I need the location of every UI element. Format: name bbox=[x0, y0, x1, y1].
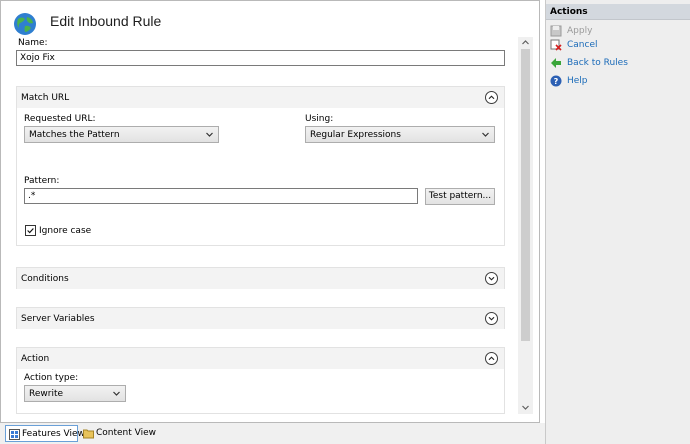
pattern-label: Pattern: bbox=[24, 176, 60, 186]
action-type-select[interactable]: Rewrite bbox=[24, 385, 126, 402]
tab-features-view[interactable]: Features View bbox=[5, 425, 85, 442]
globe-icon bbox=[14, 13, 36, 35]
content-view-label: Content View bbox=[96, 428, 157, 438]
requested-url-value: Matches the Pattern bbox=[29, 130, 120, 140]
action-type-label: Action type: bbox=[24, 373, 79, 383]
using-label: Using: bbox=[305, 114, 334, 124]
chevron-down-icon bbox=[482, 132, 489, 137]
cancel-label: Cancel bbox=[567, 40, 598, 50]
page-title: Edit Inbound Rule bbox=[50, 13, 162, 29]
chevron-down-icon bbox=[113, 391, 120, 396]
content-view-icon bbox=[83, 429, 94, 439]
cancel-icon bbox=[550, 39, 562, 51]
chevron-down-icon[interactable] bbox=[485, 272, 498, 285]
apply-label: Apply bbox=[567, 26, 593, 36]
tab-content-view[interactable]: Content View bbox=[80, 425, 156, 442]
chevron-up-icon[interactable] bbox=[485, 352, 498, 365]
back-arrow-icon bbox=[551, 58, 561, 68]
action-title: Action bbox=[21, 354, 50, 364]
help-icon: ? bbox=[550, 75, 562, 87]
conditions-section: Conditions bbox=[16, 267, 505, 289]
server-variables-title: Server Variables bbox=[21, 314, 95, 324]
chevron-down-icon bbox=[206, 132, 213, 137]
using-select[interactable]: Regular Expressions bbox=[305, 126, 495, 143]
using-value: Regular Expressions bbox=[310, 130, 401, 140]
name-input[interactable]: Xojo Fix bbox=[16, 50, 505, 66]
help-label: Help bbox=[567, 76, 588, 86]
scroll-thumb[interactable] bbox=[521, 49, 530, 341]
requested-url-label: Requested URL: bbox=[24, 114, 96, 124]
server-variables-header[interactable]: Server Variables bbox=[17, 308, 504, 329]
vertical-scrollbar[interactable] bbox=[518, 37, 533, 414]
chevron-up-icon[interactable] bbox=[485, 91, 498, 104]
features-view-label: Features View bbox=[22, 429, 85, 439]
conditions-title: Conditions bbox=[21, 274, 69, 284]
chevron-down-icon[interactable] bbox=[485, 312, 498, 325]
scroll-down-icon[interactable] bbox=[521, 403, 530, 412]
action-section: Action Action type: Rewrite bbox=[16, 347, 505, 414]
test-pattern-button[interactable]: Test pattern... bbox=[425, 188, 495, 205]
conditions-header[interactable]: Conditions bbox=[17, 268, 504, 289]
match-url-title: Match URL bbox=[21, 93, 70, 103]
ignore-case-checkbox[interactable] bbox=[25, 225, 36, 236]
server-variables-section: Server Variables bbox=[16, 307, 505, 329]
actions-panel: Actions Apply Cancel Back to Rules ? Hel… bbox=[545, 0, 690, 444]
scroll-up-icon[interactable] bbox=[521, 38, 530, 47]
requested-url-select[interactable]: Matches the Pattern bbox=[24, 126, 219, 143]
pattern-input[interactable]: .* bbox=[24, 188, 418, 204]
match-url-header[interactable]: Match URL bbox=[17, 87, 504, 108]
view-tab-bar: Features View Content View bbox=[0, 423, 545, 444]
features-view-icon bbox=[9, 429, 20, 440]
match-url-section: Match URL Requested URL: Matches the Pat… bbox=[16, 86, 505, 246]
actions-title: Actions bbox=[550, 7, 588, 17]
ignore-case-label: Ignore case bbox=[39, 226, 92, 236]
rule-editor-pane: Edit Inbound Rule Name: Xojo Fix Match U… bbox=[0, 0, 540, 423]
action-type-value: Rewrite bbox=[29, 389, 64, 399]
name-label: Name: bbox=[18, 38, 48, 48]
back-to-rules-label: Back to Rules bbox=[567, 58, 628, 68]
actions-header: Actions bbox=[546, 4, 690, 20]
svg-text:?: ? bbox=[554, 77, 559, 86]
action-header[interactable]: Action bbox=[17, 348, 504, 369]
save-icon bbox=[550, 25, 562, 37]
